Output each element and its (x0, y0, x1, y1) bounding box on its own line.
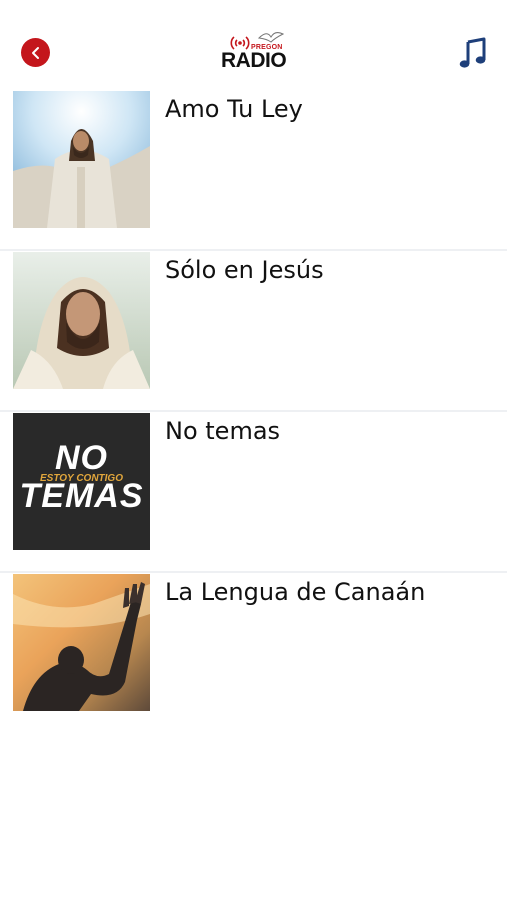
chevron-left-icon (31, 46, 39, 59)
song-item[interactable]: Sólo en Jesús (0, 251, 507, 412)
artwork-text-line3: TEMAS (19, 477, 144, 515)
song-item[interactable]: La Lengua de Canaán (0, 573, 507, 734)
raised-hand-image (13, 574, 150, 711)
song-item[interactable]: Amo Tu Ley (0, 90, 507, 251)
robed-figure-image (13, 91, 150, 228)
song-thumbnail (13, 252, 150, 389)
song-title: La Lengua de Canaán (165, 578, 426, 606)
song-title: No temas (165, 417, 281, 445)
song-list: Amo Tu Ley Sólo en Jesús NO ESTOY CONTIG… (0, 90, 507, 734)
song-thumbnail (13, 91, 150, 228)
dove-icon (257, 32, 285, 43)
music-button[interactable] (456, 36, 490, 70)
app-header: PREGON RADIO (0, 0, 507, 90)
back-button[interactable] (21, 38, 50, 67)
song-thumbnail (13, 574, 150, 711)
song-title: Sólo en Jesús (165, 256, 324, 284)
song-title: Amo Tu Ley (165, 95, 303, 123)
app-logo: PREGON RADIO (215, 28, 293, 74)
logo-text: RADIO (221, 49, 287, 72)
hooded-figure-image (13, 252, 150, 389)
music-note-icon (459, 37, 486, 68)
song-item[interactable]: NO ESTOY CONTIGO TEMAS No temas (0, 412, 507, 573)
song-thumbnail: NO ESTOY CONTIGO TEMAS (13, 413, 150, 550)
